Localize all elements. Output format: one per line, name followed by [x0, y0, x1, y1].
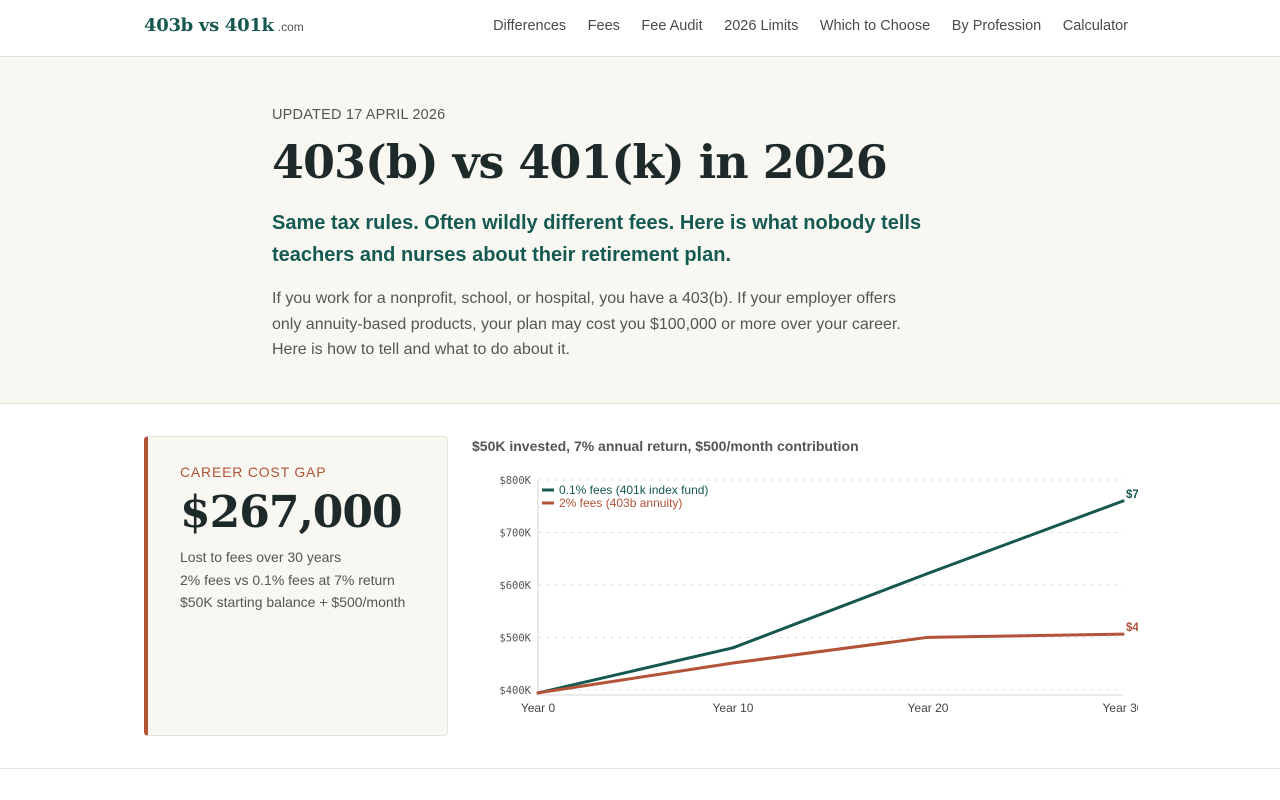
series-end-label: $4	[1126, 622, 1138, 634]
legend-label: 2% fees (403b annuity)	[559, 496, 682, 510]
fee-growth-chart: $400K $500K $600K $700K $800K Year 0 Year 10 Ye…	[499, 475, 1138, 715]
data-point	[1121, 499, 1125, 503]
hero-intro: If you work for a nonprofit, school, or …	[272, 290, 901, 358]
nav-calculator[interactable]: Calculator	[1063, 18, 1128, 34]
card-value: $267,000	[180, 487, 403, 538]
series-end-label: $7	[1126, 489, 1138, 501]
series-line-1	[536, 499, 1125, 695]
card-label: CAREER COST GAP	[180, 464, 327, 480]
data-point	[926, 571, 930, 575]
x-tick-label: Year 10	[713, 701, 754, 715]
updated-date: UPDATED 17 APRIL 2026	[272, 107, 446, 123]
nav-2026-limits[interactable]: 2026 Limits	[724, 18, 798, 34]
x-tick-label: Year 30	[1103, 701, 1138, 715]
x-tick-label: Year 0	[521, 701, 556, 715]
nav-by-profession[interactable]: By Profession	[952, 18, 1041, 34]
main-nav: Differences Fees Fee Audit 2026 Limits W…	[472, 18, 1128, 34]
data-point	[536, 691, 540, 695]
nav-which-to-choose[interactable]: Which to Choose	[820, 18, 930, 34]
hero-subtitle: Same tax rules. Often wildly different f…	[272, 212, 922, 266]
nav-fee-audit[interactable]: Fee Audit	[641, 18, 702, 34]
y-tick-label: $700K	[499, 527, 531, 539]
data-point	[926, 635, 930, 639]
card-note: 2% fees vs 0.1% fees at 7% return	[180, 571, 395, 588]
y-tick-label: $500K	[499, 632, 531, 644]
logo-tld: .com	[277, 20, 304, 34]
nav-differences[interactable]: Differences	[493, 18, 566, 34]
logo-wordmark: 403b vs 401k	[144, 15, 274, 36]
y-tick-label: $400K	[499, 685, 531, 697]
hero-section: UPDATED 17 APRIL 2026 403(b) vs 401(k) i…	[0, 57, 1280, 404]
data-point	[731, 646, 735, 650]
y-tick-label: $800K	[499, 475, 531, 487]
section-divider	[0, 768, 1280, 769]
nav-fees[interactable]: Fees	[588, 18, 620, 34]
data-point	[1121, 632, 1125, 636]
card-notes: Lost to fees over 30 years 2% fees vs 0.…	[180, 546, 405, 614]
data-point	[731, 661, 735, 665]
x-tick-label: Year 20	[908, 701, 949, 715]
site-logo[interactable]: 403b vs 401k .com	[144, 15, 304, 36]
site-header: 403b vs 401k .com Differences Fees Fee A…	[0, 0, 1280, 57]
card-note: $50K starting balance + $500/month	[180, 594, 406, 610]
series-line-2	[536, 632, 1125, 695]
card-note: Lost to fees over 30 years	[180, 549, 342, 565]
y-tick-label: $600K	[499, 580, 531, 592]
career-cost-card: CAREER COST GAP $267,000 Lost to fees ov…	[144, 436, 448, 736]
legend-label: 0.1% fees (401k index fund)	[559, 483, 708, 497]
page-title: 403(b) vs 401(k) in 2026	[272, 135, 888, 189]
chart-title: $50K invested, 7% annual return, $500/mo…	[472, 438, 859, 454]
